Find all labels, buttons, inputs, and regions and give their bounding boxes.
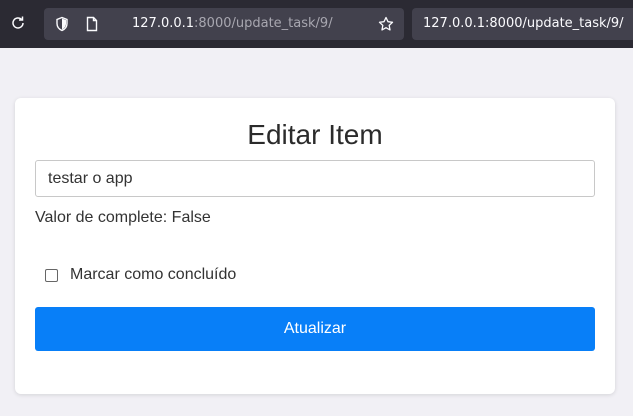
star-icon[interactable] xyxy=(378,16,394,32)
reload-icon[interactable] xyxy=(10,15,26,31)
complete-checkbox-row[interactable]: Marcar como concluído xyxy=(45,264,236,286)
browser-toolbar: 127.0.0.1:8000/update_task/9/ 127.0.0.1:… xyxy=(0,0,633,48)
url-bar[interactable]: 127.0.0.1:8000/update_task/9/ xyxy=(44,8,404,40)
complete-checkbox-label[interactable]: Marcar como concluído xyxy=(70,266,236,284)
url-host: 127.0.0.1 xyxy=(132,16,195,31)
update-button[interactable]: Atualizar xyxy=(35,307,595,351)
search-text: 127.0.0.1:8000/update_task/9/ xyxy=(423,16,624,31)
item-title-input[interactable] xyxy=(35,160,595,197)
complete-status-text: Valor de complete: False xyxy=(35,209,211,226)
page-icon[interactable] xyxy=(84,16,100,32)
complete-checkbox[interactable] xyxy=(45,268,58,282)
edit-card: Editar Item Valor de complete: False Mar… xyxy=(15,98,615,394)
shield-icon[interactable] xyxy=(54,16,70,32)
page-title: Editar Item xyxy=(247,119,383,150)
url-path: :8000/update_task/9/ xyxy=(194,16,333,31)
search-bar[interactable]: 127.0.0.1:8000/update_task/9/ xyxy=(412,8,633,40)
url-text[interactable]: 127.0.0.1:8000/update_task/9/ xyxy=(132,8,333,40)
